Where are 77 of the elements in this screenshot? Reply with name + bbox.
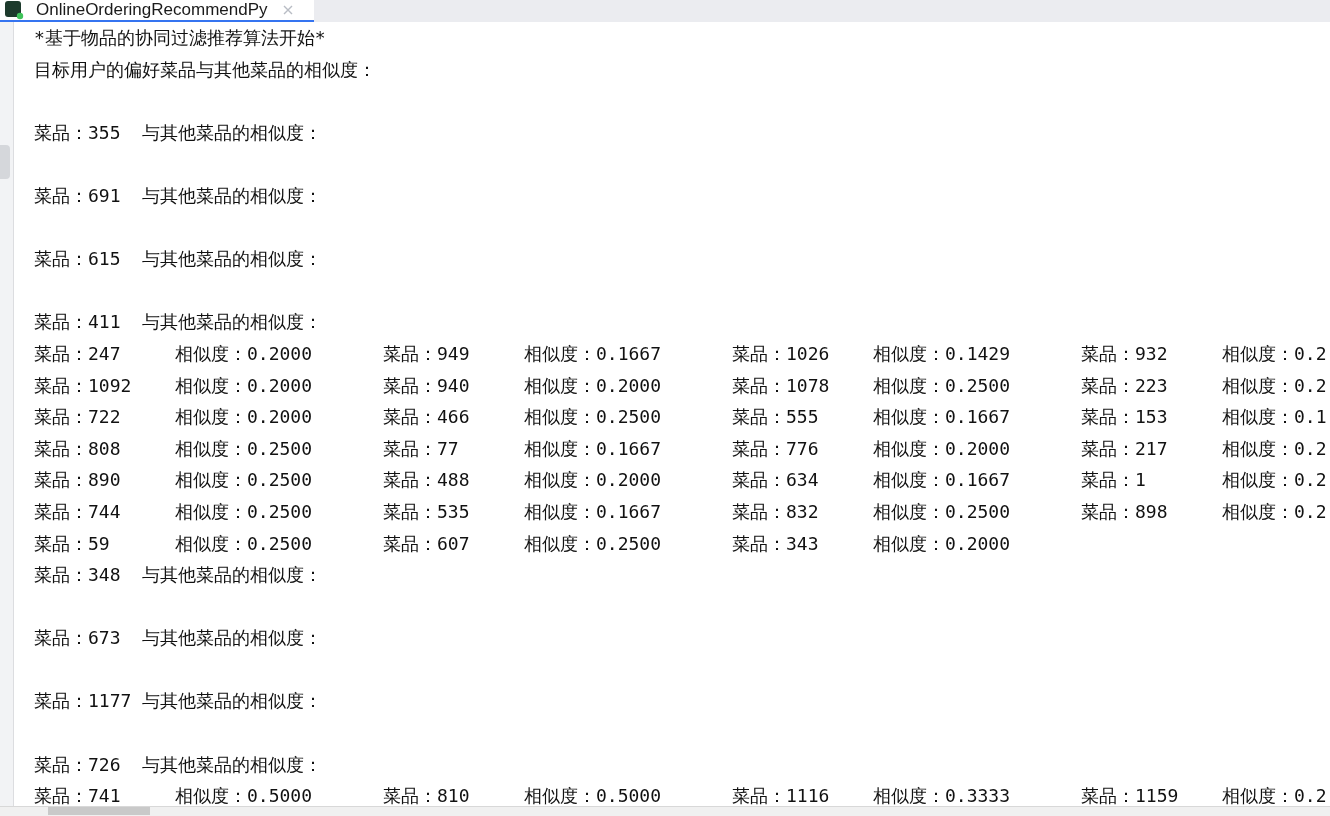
dish-text: 菜品：744 [34,499,122,524]
dish-text: 菜品：607 [383,531,471,556]
similarity-text: 相似度：0.2000 [175,341,314,366]
console-line: 菜品：411 与其他菜品的相似度： [34,310,324,335]
dish-text: 菜品：77 [383,436,460,461]
similarity-text: 相似度：0.1667 [524,499,663,524]
dish-text: 菜品：1026 [732,341,831,366]
dish-text: 菜品：343 [732,531,820,556]
dish-text: 菜品：810 [383,784,471,806]
similarity-text: 相似度：0.2000 [873,531,1012,556]
dish-text: 菜品：949 [383,341,471,366]
dish-text: 菜品：1078 [732,373,831,398]
dish-text: 菜品：634 [732,468,820,493]
console-line: 菜品：726 与其他菜品的相似度： [34,752,324,777]
similarity-text: 相似度：0.2500 [175,531,314,556]
console-line: 菜品：691 与其他菜品的相似度： [34,183,324,208]
dish-text: 菜品：59 [34,531,111,556]
dish-text: 菜品：535 [383,499,471,524]
similarity-text: 相似度：0.1667 [873,405,1012,430]
close-icon[interactable] [281,4,294,16]
console-line: 菜品：1177 与其他菜品的相似度： [34,689,324,714]
similarity-text: 相似度：0.5000 [524,784,663,806]
similarity-text: 相似度：0.3333 [873,784,1012,806]
console-line: 菜品：615 与其他菜品的相似度： [34,247,324,272]
similarity-text: 相似度：0.2500 [524,531,663,556]
dish-text: 菜品：466 [383,405,471,430]
console-line: *基于物品的协同过滤推荐算法开始* [34,26,327,50]
similarity-text: 相似度：0.2500 [175,499,314,524]
dish-text: 菜品：940 [383,373,471,398]
editor-tab[interactable]: OnlineOrderingRecommendPy [0,0,314,22]
similarity-text: 相似度：0.2000 [524,468,663,493]
similarity-text: 相似度：0.2500 [873,373,1012,398]
dish-text: 菜品：898 [1081,499,1169,524]
similarity-text: 相似度：0.2000 [175,373,314,398]
similarity-text: 相似度：0.1 [1222,405,1328,430]
dish-text: 菜品：890 [34,468,122,493]
similarity-text: 相似度：0.2 [1222,341,1328,366]
dish-text: 菜品：832 [732,499,820,524]
similarity-text: 相似度：0.2500 [175,468,314,493]
dish-text: 菜品：153 [1081,405,1169,430]
similarity-text: 相似度：0.2500 [524,405,663,430]
gutter-tab[interactable] [0,145,10,179]
dish-text: 菜品：1092 [34,373,133,398]
similarity-text: 相似度：0.2 [1222,784,1328,806]
similarity-text: 相似度：0.1667 [524,341,663,366]
dish-text: 菜品：808 [34,436,122,461]
dish-text: 菜品：217 [1081,436,1169,461]
similarity-text: 相似度：0.2 [1222,468,1328,493]
dish-text: 菜品：722 [34,405,122,430]
dish-text: 菜品：741 [34,784,122,806]
dish-text: 菜品：247 [34,341,122,366]
console-line: 菜品：673 与其他菜品的相似度： [34,626,324,651]
dish-text: 菜品：776 [732,436,820,461]
app-icon [4,0,24,20]
similarity-text: 相似度：0.2000 [524,373,663,398]
similarity-text: 相似度：0.2500 [873,499,1012,524]
dish-text: 菜品：1 [1081,468,1147,493]
similarity-text: 相似度：0.1667 [524,436,663,461]
similarity-text: 相似度：0.2 [1222,436,1328,461]
similarity-text: 相似度：0.1429 [873,341,1012,366]
dish-text: 菜品：1159 [1081,784,1180,806]
similarity-text: 相似度：0.2500 [175,436,314,461]
similarity-text: 相似度：0.2 [1222,373,1328,398]
dish-text: 菜品：1116 [732,784,831,806]
dish-text: 菜品：932 [1081,341,1169,366]
console-line: 菜品：348 与其他菜品的相似度： [34,563,324,588]
similarity-text: 相似度：0.2000 [873,436,1012,461]
dish-text: 菜品：488 [383,468,471,493]
horizontal-scrollbar[interactable] [0,806,1330,816]
console-line: 菜品：355 与其他菜品的相似度： [34,120,324,145]
console-line: 目标用户的偏好菜品与其他菜品的相似度： [34,57,377,82]
similarity-text: 相似度：0.2000 [175,405,314,430]
similarity-text: 相似度：0.2 [1222,499,1328,524]
dish-text: 菜品：555 [732,405,820,430]
similarity-text: 相似度：0.5000 [175,784,314,806]
dish-text: 菜品：223 [1081,373,1169,398]
similarity-text: 相似度：0.1667 [873,468,1012,493]
